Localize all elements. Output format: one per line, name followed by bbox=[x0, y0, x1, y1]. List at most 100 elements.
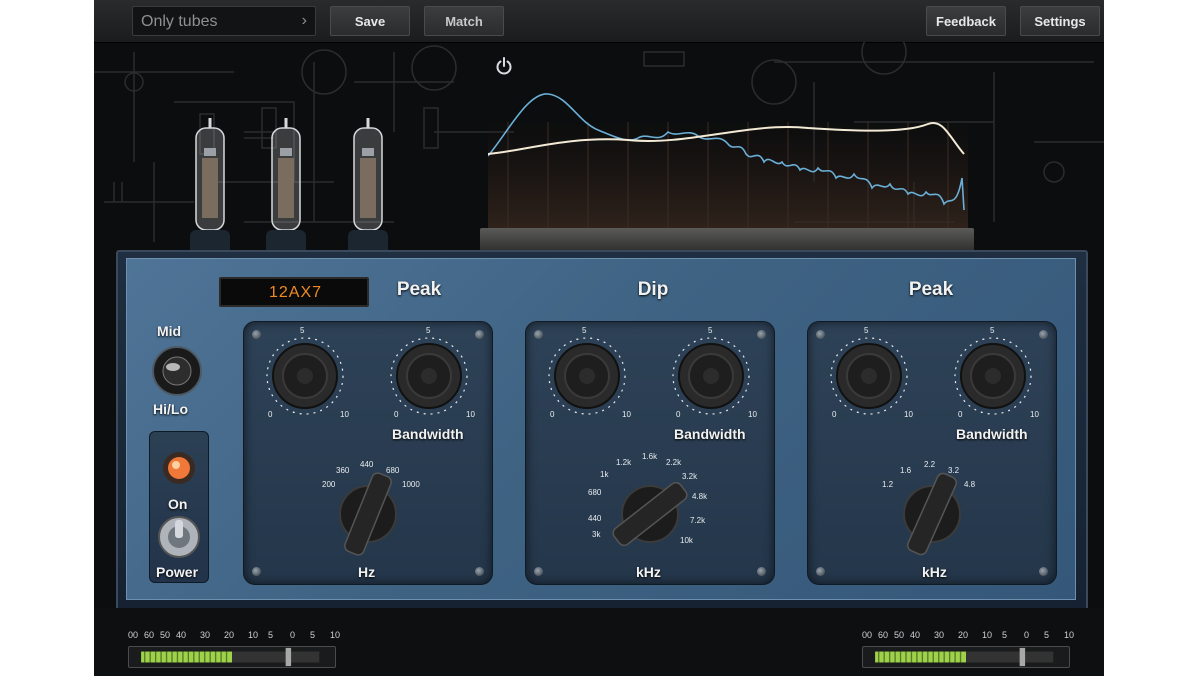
settings-button[interactable]: Settings bbox=[1020, 6, 1100, 36]
freq-tick: 2.2k bbox=[666, 458, 682, 467]
vacuum-tube-1 bbox=[190, 118, 230, 258]
gain-tick: 10 bbox=[340, 410, 349, 419]
power-label: Power bbox=[156, 564, 199, 580]
meter-tick: 30 bbox=[934, 630, 945, 640]
app-window: Only tubes › Save Match Feedback Setting… bbox=[94, 0, 1104, 676]
gain-tick: 0 bbox=[832, 410, 837, 419]
section-title-dip: Dip bbox=[637, 279, 669, 300]
meter-tick: 5 bbox=[1002, 630, 1008, 640]
switch-top-label: Mid bbox=[157, 323, 182, 339]
meter-tick: 30 bbox=[200, 630, 211, 640]
input-level-meter bbox=[128, 646, 336, 668]
analyzer-shelf bbox=[480, 228, 974, 252]
gain-knob-3[interactable] bbox=[824, 330, 914, 422]
meter-tick: 0 bbox=[290, 630, 296, 640]
bw-tick: 0 bbox=[958, 410, 963, 419]
screw bbox=[1039, 330, 1048, 339]
frequency-knob-1[interactable] bbox=[328, 472, 408, 562]
meter-tick: 5 bbox=[310, 630, 316, 640]
frequency-unit-label: kHz bbox=[922, 564, 947, 580]
freq-tick: 1.6k bbox=[642, 452, 658, 461]
bandwidth-knob-1[interactable] bbox=[384, 330, 474, 422]
frequency-knob-3[interactable] bbox=[892, 472, 972, 562]
meter-tick: 20 bbox=[224, 630, 235, 640]
tube-model-display[interactable]: 12AX7 bbox=[219, 277, 369, 307]
meter-tick: 00 bbox=[128, 630, 139, 640]
meter-tick: 60 bbox=[144, 630, 155, 640]
eq-chassis: 12AX7 Peak Dip Peak Mid Hi/Lo On Power 0… bbox=[116, 250, 1088, 612]
output-meters: 00 60 50 40 30 20 10 5 0 5 10 00 60 50 4… bbox=[94, 608, 1104, 676]
gain-tick: 10 bbox=[622, 410, 631, 419]
freq-tick: 2.2 bbox=[924, 460, 936, 469]
band-panel-low-peak: 0 10 5 0 10 5 Bandwidth 200 360 440 680 … bbox=[243, 321, 493, 585]
power-icon[interactable] bbox=[494, 56, 514, 76]
gain-knob-1[interactable] bbox=[260, 330, 350, 422]
screw bbox=[534, 567, 543, 576]
bw-tick: 5 bbox=[426, 326, 431, 335]
vacuum-tube-3 bbox=[348, 118, 388, 258]
chevron-right-icon: › bbox=[301, 12, 307, 29]
screw bbox=[475, 567, 484, 576]
frequency-knob-2[interactable] bbox=[610, 470, 690, 560]
gain-tick: 5 bbox=[582, 326, 587, 335]
screw bbox=[475, 330, 484, 339]
freq-tick: 680 bbox=[588, 488, 602, 497]
meter-tick: 10 bbox=[1064, 630, 1075, 640]
meter-tick: 10 bbox=[330, 630, 341, 640]
gain-tick: 0 bbox=[550, 410, 555, 419]
meter-tick: 60 bbox=[878, 630, 889, 640]
power-lamp-icon bbox=[163, 452, 195, 484]
preset-name: Only tubes bbox=[141, 13, 218, 30]
freq-tick: 1k bbox=[600, 470, 609, 479]
bw-tick: 10 bbox=[466, 410, 475, 419]
bandwidth-knob-2[interactable] bbox=[666, 330, 756, 422]
bw-tick: 0 bbox=[676, 410, 681, 419]
screw bbox=[816, 567, 825, 576]
spectrum-analyzer bbox=[488, 93, 968, 242]
bw-tick: 5 bbox=[990, 326, 995, 335]
screw bbox=[757, 567, 766, 576]
section-title-peak-high: Peak bbox=[908, 279, 954, 300]
switch-bottom-label: Hi/Lo bbox=[153, 401, 188, 417]
power-on-label: On bbox=[168, 496, 188, 512]
bw-tick: 5 bbox=[708, 326, 713, 335]
meter-tick: 40 bbox=[176, 630, 187, 640]
band-panel-high-peak: 0 10 5 0 10 5 Bandwidth 1.2 1.6 2.2 3.2 … bbox=[807, 321, 1057, 585]
band-panel-dip: 0 10 5 0 10 5 Bandwidth 3k 440 680 1k 1.… bbox=[525, 321, 775, 585]
gain-tick: 0 bbox=[268, 410, 273, 419]
top-toolbar: Only tubes › Save Match Feedback Setting… bbox=[94, 0, 1104, 43]
bw-tick: 0 bbox=[394, 410, 399, 419]
mid-hilo-toggle[interactable] bbox=[151, 345, 203, 397]
bandwidth-label: Bandwidth bbox=[392, 426, 464, 442]
gain-tick: 5 bbox=[864, 326, 869, 335]
gain-tick: 5 bbox=[300, 326, 305, 335]
screw bbox=[252, 567, 261, 576]
feedback-button[interactable]: Feedback bbox=[926, 6, 1006, 36]
section-title-peak-low: Peak bbox=[396, 279, 442, 300]
gain-tick: 10 bbox=[904, 410, 913, 419]
meter-tick: 10 bbox=[982, 630, 993, 640]
bandwidth-knob-3[interactable] bbox=[948, 330, 1038, 422]
screw bbox=[1039, 567, 1048, 576]
match-button[interactable]: Match bbox=[424, 6, 504, 36]
meter-tick: 50 bbox=[160, 630, 171, 640]
meter-tick: 0 bbox=[1024, 630, 1030, 640]
meter-tick: 20 bbox=[958, 630, 969, 640]
freq-tick: 3k bbox=[592, 530, 601, 539]
tube-model-text: 12AX7 bbox=[269, 284, 323, 301]
freq-tick: 1.2k bbox=[616, 458, 632, 467]
freq-tick: 440 bbox=[360, 460, 374, 469]
bw-tick: 10 bbox=[1030, 410, 1039, 419]
meter-tick: 00 bbox=[862, 630, 873, 640]
preset-selector[interactable]: Only tubes › bbox=[132, 6, 316, 36]
power-panel: On Power bbox=[149, 431, 209, 583]
freq-tick: 440 bbox=[588, 514, 602, 523]
meter-tick: 50 bbox=[894, 630, 905, 640]
meter-tick: 40 bbox=[910, 630, 921, 640]
meter-tick: 5 bbox=[268, 630, 274, 640]
save-button[interactable]: Save bbox=[330, 6, 410, 36]
screw bbox=[757, 330, 766, 339]
gain-knob-2[interactable] bbox=[542, 330, 632, 422]
frequency-unit-label: Hz bbox=[358, 564, 376, 580]
power-toggle-switch[interactable] bbox=[156, 514, 202, 560]
